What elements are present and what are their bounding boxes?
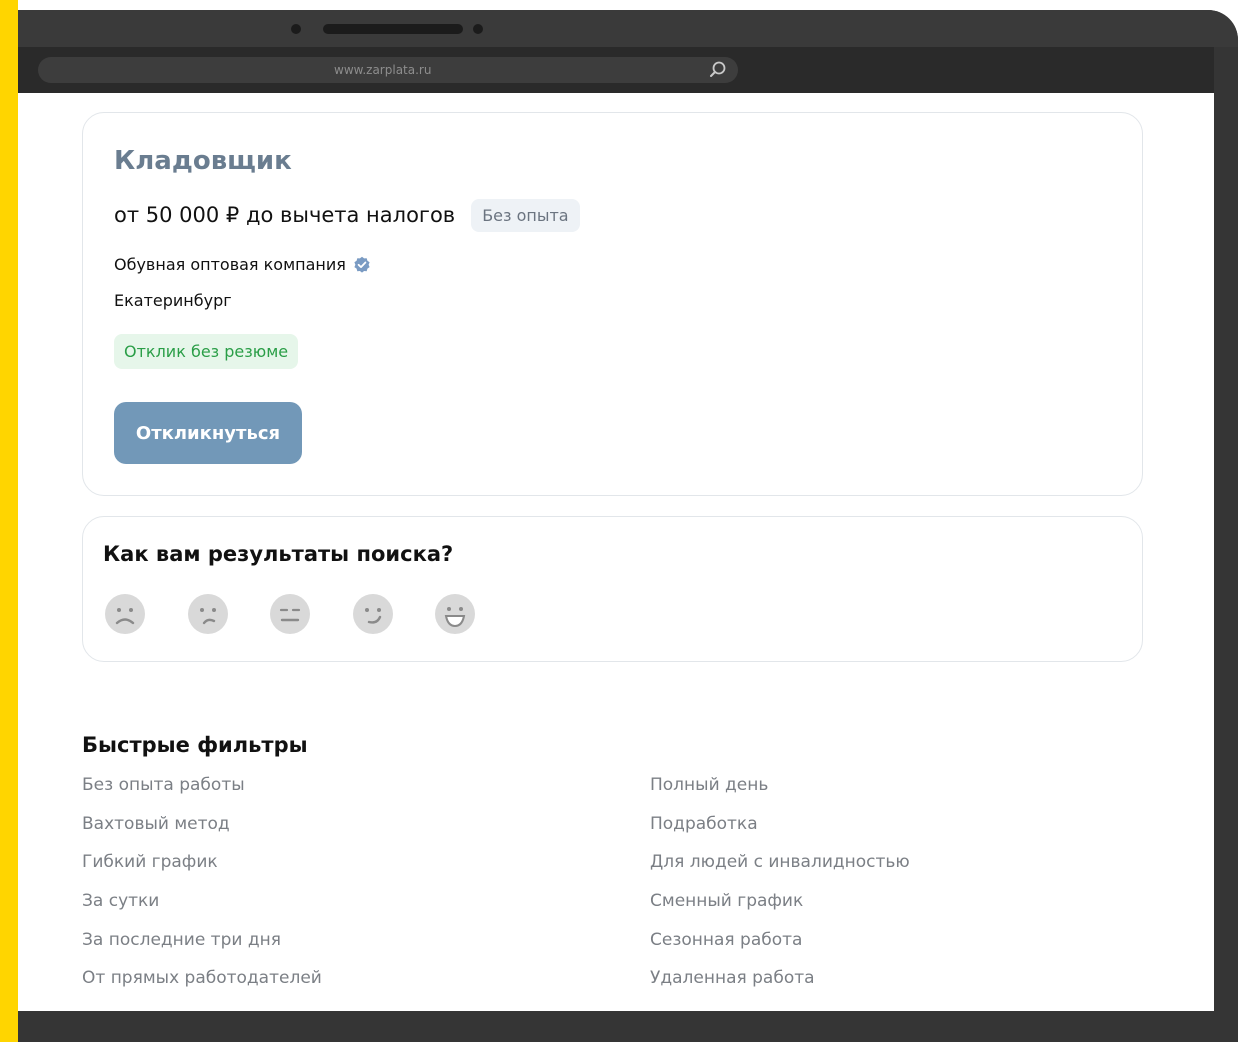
salary: от 50 000 ₽ до вычета налогов [114, 203, 456, 227]
filter-link[interactable]: Подработка [650, 814, 758, 834]
salary-row: от 50 000 ₽ до вычета налогов Без опыта [114, 197, 580, 233]
browser-toolbar: www.zarplata.ru [18, 47, 1214, 93]
laptop-frame: www.zarplata.ru Кладовщик от 50 000 ₽ до… [18, 10, 1238, 1042]
bottom-fade [18, 993, 1214, 1011]
vacancy-card[interactable]: Кладовщик от 50 000 ₽ до вычета налогов … [82, 112, 1143, 496]
vacancy-title[interactable]: Кладовщик [114, 146, 292, 176]
speaker-slot [323, 24, 463, 34]
address-bar-url: www.zarplata.ru [334, 63, 432, 77]
company-name[interactable]: Обувная оптовая компания [114, 255, 346, 274]
filter-link[interactable]: Для людей с инвалидностью [650, 852, 910, 872]
filter-link[interactable]: От прямых работодателей [82, 968, 322, 988]
search-feedback-card: Как вам результаты поиска? [82, 516, 1143, 662]
filter-link[interactable]: Полный день [650, 775, 768, 795]
search-icon[interactable] [708, 60, 728, 80]
filter-link[interactable]: Удаленная работа [650, 968, 815, 988]
filter-link[interactable]: Сменный график [650, 891, 803, 911]
camera-dot [291, 24, 301, 34]
filter-link[interactable]: Гибкий график [82, 852, 218, 872]
page-viewport: Кладовщик от 50 000 ₽ до вычета налогов … [18, 93, 1214, 1011]
no-resume-badge: Отклик без резюме [114, 334, 299, 369]
filter-link[interactable]: Сезонная работа [650, 930, 802, 950]
city: Екатеринбург [114, 291, 232, 310]
address-bar[interactable]: www.zarplata.ru [38, 57, 738, 83]
device-top-bezel [18, 10, 1238, 47]
feedback-title: Как вам результаты поиска? [103, 542, 454, 566]
filter-link[interactable]: Вахтовый метод [82, 814, 230, 834]
neutral-face-icon[interactable] [269, 593, 311, 635]
very-sad-face-icon[interactable] [104, 593, 146, 635]
respond-button[interactable]: Откликнуться [114, 402, 302, 464]
happy-face-icon[interactable] [352, 593, 394, 635]
filter-link[interactable]: Без опыта работы [82, 775, 245, 795]
verified-check-icon [354, 256, 370, 273]
quick-filters-title: Быстрые фильтры [82, 733, 308, 757]
experience-badge: Без опыта [471, 198, 580, 232]
filter-link[interactable]: За последние три дня [82, 930, 281, 950]
sensor-dot [473, 24, 483, 34]
sad-face-icon[interactable] [187, 593, 229, 635]
very-happy-face-icon[interactable] [434, 593, 476, 635]
company-row: Обувная оптовая компания [114, 255, 371, 274]
yellow-background-strip [0, 0, 18, 1042]
filter-link[interactable]: За сутки [82, 891, 159, 911]
